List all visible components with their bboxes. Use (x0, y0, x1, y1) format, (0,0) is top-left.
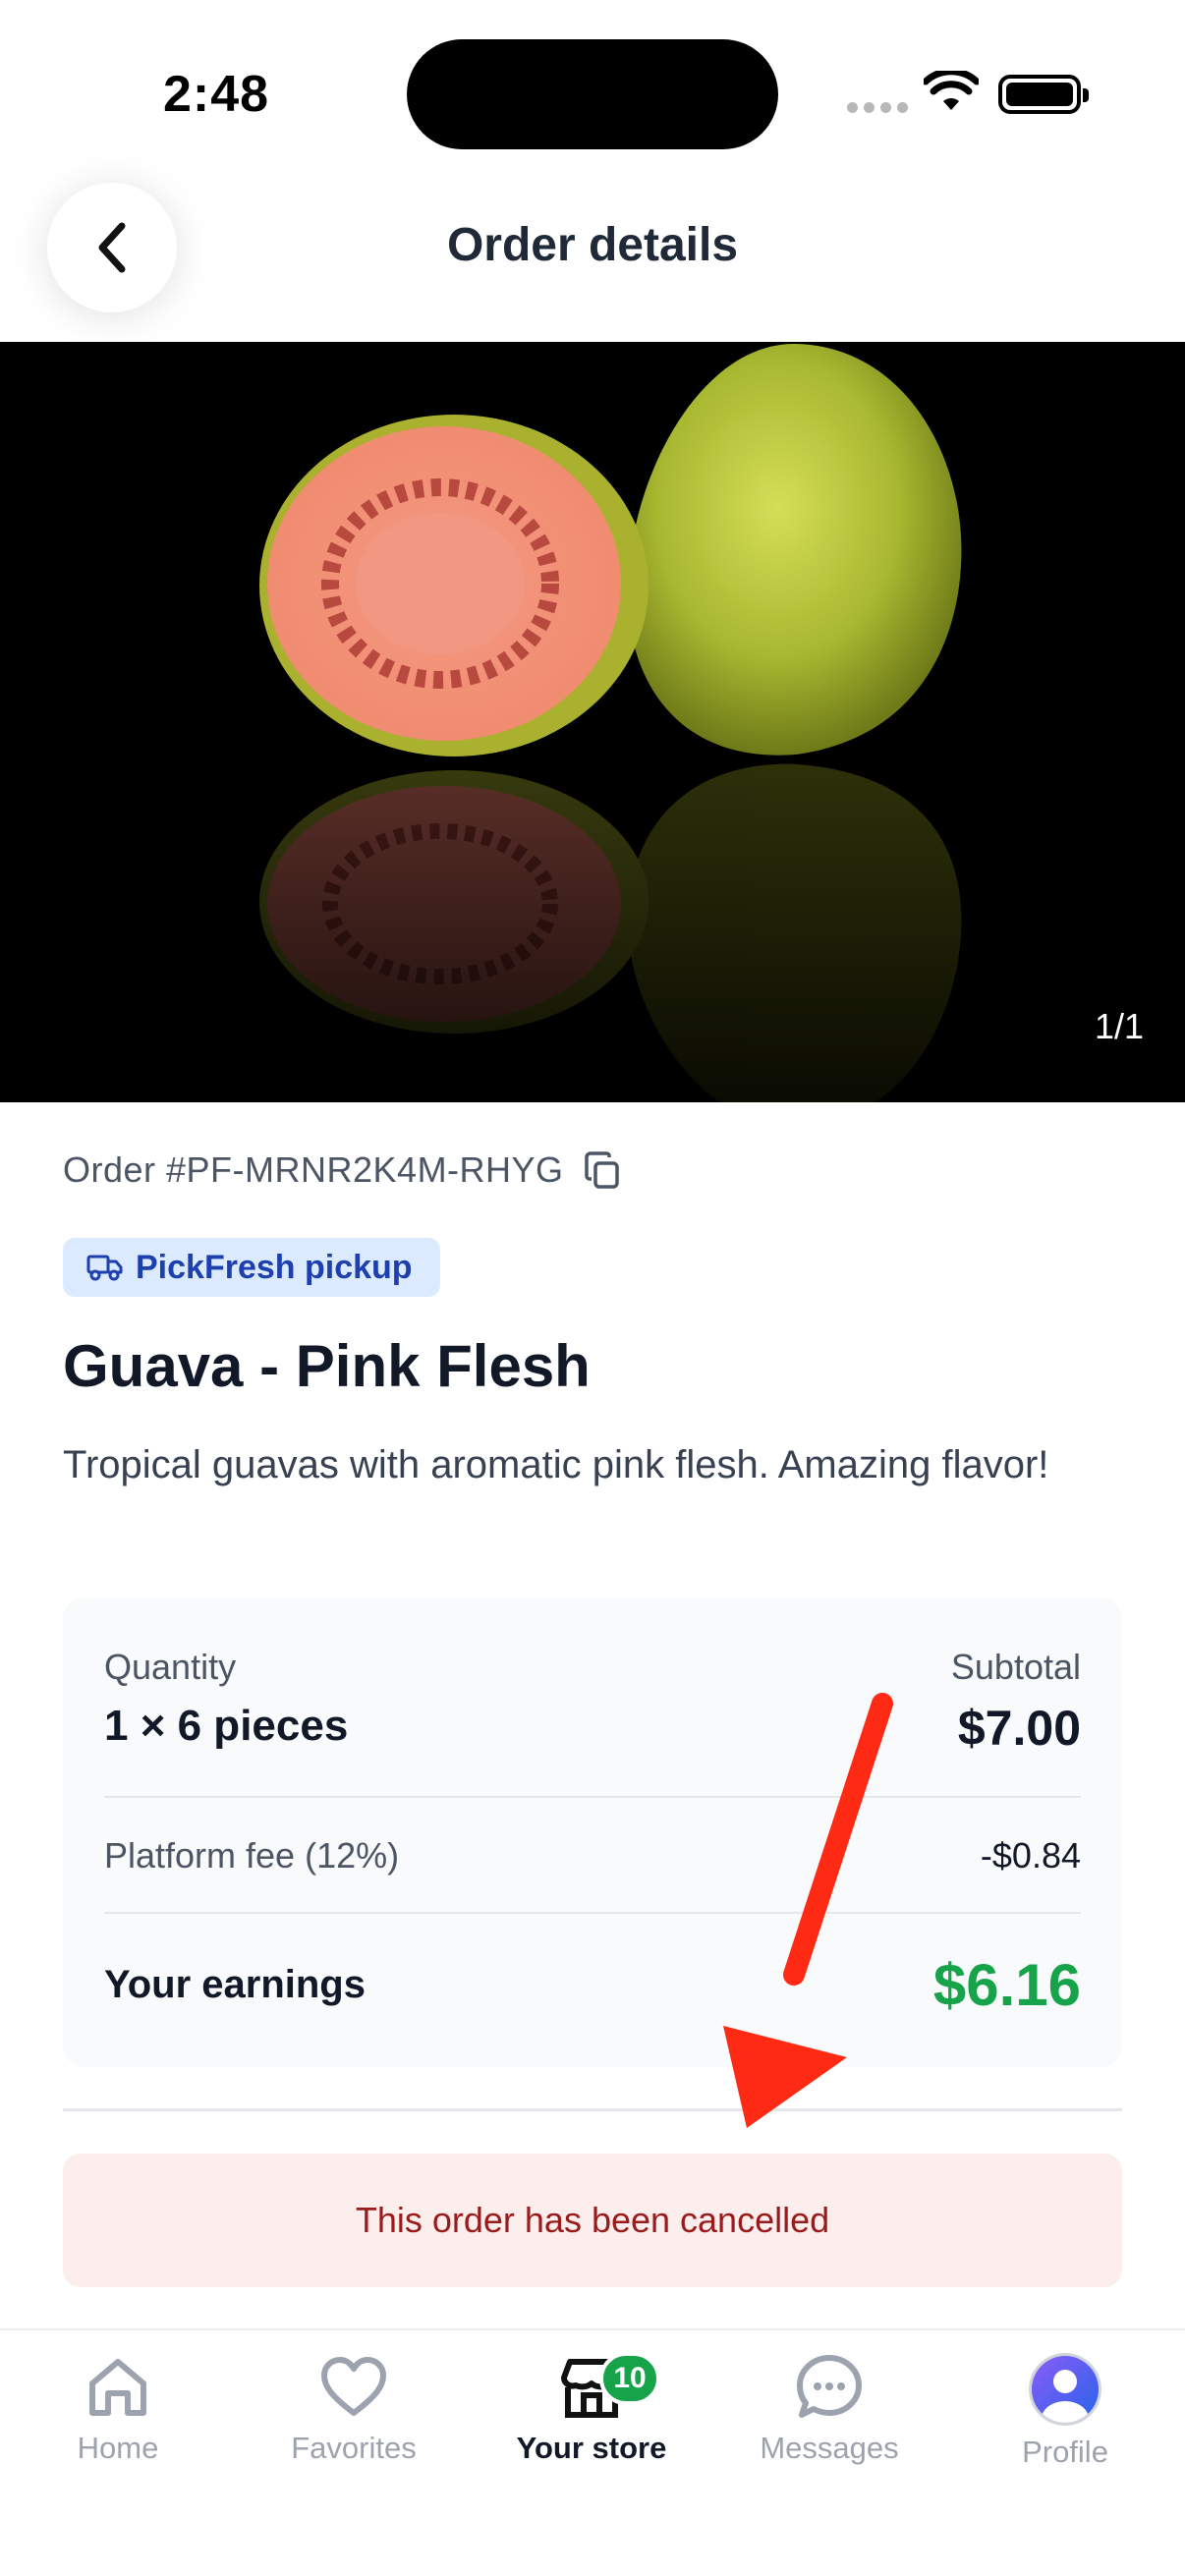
product-description: Tropical guavas with aromatic pink flesh… (63, 1443, 1049, 1486)
product-image[interactable]: 1/1 (0, 342, 1185, 1102)
bottom-nav: Home Favorites 10 Your store Messages Pr… (0, 2328, 1185, 2576)
truck-icon (86, 1255, 123, 1281)
subtotal-label: Subtotal (950, 1647, 1081, 1687)
nav-home-label: Home (77, 2431, 159, 2465)
chat-icon (797, 2355, 862, 2418)
pickup-badge: PickFresh pickup (63, 1238, 440, 1297)
avatar-icon (1029, 2353, 1101, 2426)
subtotal-value: $7.00 (957, 1701, 1081, 1756)
order-id: Order #PF-MRNR2K4M-RHYG (63, 1149, 564, 1190)
status-bar: 2:48 (0, 0, 1185, 187)
nav-profile-label: Profile (1022, 2435, 1108, 2469)
cancelled-notice-text: This order has been cancelled (355, 2200, 830, 2240)
nav-home[interactable]: Home (10, 2352, 226, 2466)
nav-favorites[interactable]: Favorites (246, 2352, 462, 2466)
nav-your-store-label: Your store (516, 2431, 667, 2465)
nav-favorites-label: Favorites (291, 2431, 417, 2465)
battery-icon (998, 75, 1089, 114)
store-notification-badge: 10 (599, 2352, 660, 2405)
dynamic-island (407, 39, 778, 149)
pickup-badge-label: PickFresh pickup (136, 1248, 413, 1286)
nav-profile[interactable]: Profile (957, 2352, 1173, 2470)
product-name: Guava - Pink Flesh (63, 1333, 591, 1399)
divider (104, 1912, 1081, 1914)
cellular-signal-icon (847, 102, 908, 113)
section-divider (63, 2108, 1122, 2111)
cancelled-notice: This order has been cancelled (63, 2154, 1122, 2287)
divider (104, 1796, 1081, 1798)
platform-fee-value: -$0.84 (980, 1835, 1081, 1876)
nav-messages[interactable]: Messages (721, 2352, 937, 2466)
nav-messages-label: Messages (760, 2431, 899, 2465)
platform-fee-label: Platform fee (12%) (104, 1835, 400, 1876)
image-counter: 1/1 (1094, 1006, 1144, 1046)
guava-photo (0, 343, 1185, 1102)
nav-your-store[interactable]: 10 Your store (483, 2352, 700, 2466)
order-id-row: Order #PF-MRNR2K4M-RHYG (63, 1149, 623, 1191)
status-time: 2:48 (163, 66, 270, 123)
heart-icon (321, 2357, 386, 2416)
wifi-icon (924, 71, 979, 110)
earnings-value: $6.16 (932, 1952, 1081, 2018)
quantity-label: Quantity (104, 1647, 237, 1687)
copy-icon[interactable] (582, 1149, 623, 1191)
quantity-value: 1 × 6 pieces (104, 1702, 349, 1750)
order-summary-card: Quantity 1 × 6 pieces Subtotal $7.00 Pla… (63, 1597, 1122, 2067)
page-title: Order details (446, 219, 739, 271)
earnings-label: Your earnings (104, 1963, 366, 2006)
home-icon (89, 2359, 146, 2416)
